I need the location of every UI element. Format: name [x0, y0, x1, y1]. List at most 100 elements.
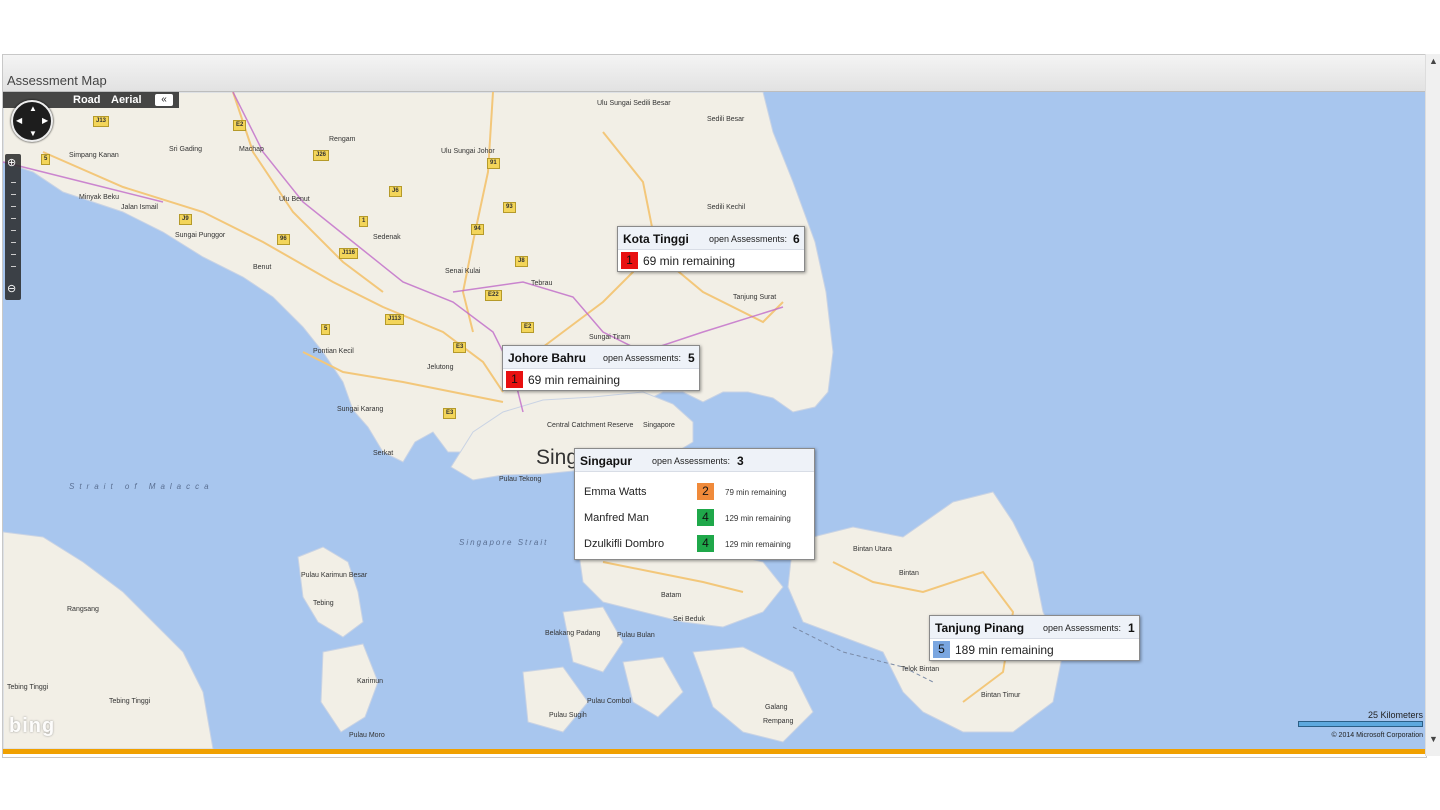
- road-shield: J26: [313, 150, 330, 161]
- road-shield: E3: [443, 408, 457, 419]
- map-label: Pontian Kecil: [313, 348, 354, 355]
- road-shield: J113: [385, 314, 405, 325]
- map-label: Ulu Sungai Johor: [441, 148, 495, 155]
- bing-logo: bing: [9, 715, 56, 737]
- map-label: Sri Gading: [169, 146, 203, 153]
- time-remaining: 69 min remaining: [528, 373, 621, 387]
- pan-right-icon[interactable]: ▶: [42, 116, 48, 125]
- pan-compass-control[interactable]: ▲ ▼ ◀ ▶: [11, 100, 53, 142]
- map-label: Jalan Ismail: [121, 204, 158, 211]
- map-label: Belakang Padang: [545, 630, 601, 637]
- road-shield: J13: [93, 116, 110, 127]
- open-assessments-label: open Assessments:: [652, 456, 731, 466]
- map-label: Pulau Sugih: [549, 712, 587, 719]
- popup-header: Singapur open Assessments: 3: [575, 449, 814, 472]
- road-shield: 5: [321, 324, 331, 335]
- map-label: Pulau Moro: [349, 732, 385, 739]
- copyright-notice: © 2014 Microsoft Corporation: [1331, 732, 1423, 739]
- popup-city-name: Johore Bahru: [508, 351, 587, 365]
- time-remaining: 129 min remaining: [725, 540, 791, 549]
- map-label: Tebing Tinggi: [7, 684, 49, 691]
- road-shield: 93: [503, 202, 516, 213]
- map-label: Tebing Tinggi: [109, 698, 151, 705]
- map-label: Sedili Besar: [707, 116, 745, 123]
- open-assessments-label: open Assessments:: [603, 353, 682, 363]
- map-label: Sungai Punggor: [175, 232, 226, 239]
- zoom-out-icon[interactable]: ⊖: [7, 282, 16, 295]
- map-label: Bintan Timur: [981, 692, 1021, 699]
- assessment-popup-singapur[interactable]: Singapur open Assessments: 3 Emma Watts …: [574, 448, 815, 560]
- map-label: Rengam: [329, 136, 356, 143]
- road-shield: 96: [277, 234, 290, 245]
- road-shield: E2: [521, 322, 535, 333]
- popup-header: Kota Tinggi open Assessments: 6: [618, 227, 804, 250]
- map-geometry: [3, 92, 1064, 749]
- collapse-toolbar-button[interactable]: «: [155, 94, 173, 106]
- open-assessments-count: 5: [688, 351, 695, 365]
- road-shield: 5: [41, 154, 51, 165]
- zoom-slider[interactable]: ⊕ ⊖: [5, 154, 21, 300]
- road-shield: E3: [453, 342, 467, 353]
- assessment-popup-kota-tinggi[interactable]: Kota Tinggi open Assessments: 6 1 69 min…: [617, 226, 805, 272]
- map-label: Pulau Karimun Besar: [301, 572, 368, 579]
- pan-left-icon[interactable]: ◀: [16, 116, 22, 125]
- time-remaining: 129 min remaining: [725, 514, 791, 523]
- open-assessments-label: open Assessments:: [709, 234, 788, 244]
- open-assessments-label: open Assessments:: [1043, 623, 1122, 633]
- road-shield: J6: [389, 186, 402, 197]
- map-label: Central Catchment Reserve: [547, 422, 634, 429]
- priority-badge: 2: [697, 483, 714, 500]
- map-label: Tebrau: [531, 280, 553, 287]
- assessor-name: Dzulkifli Dombro: [584, 538, 665, 550]
- map-label: Sedenak: [373, 234, 401, 241]
- popup-city-name: Tanjung Pinang: [935, 621, 1025, 635]
- scroll-down-icon[interactable]: ▼: [1429, 734, 1438, 744]
- bintan-island: [787, 491, 1064, 733]
- window-title: Assessment Map: [7, 73, 107, 88]
- popup-city-name: Kota Tinggi: [623, 232, 689, 246]
- map-label: Sungai Tiram: [589, 334, 631, 341]
- open-assessments-count: 3: [737, 454, 744, 468]
- sea-label: Singapore Strait: [459, 538, 549, 547]
- aerial-view-button[interactable]: Aerial: [111, 94, 142, 106]
- zoom-in-icon[interactable]: ⊕: [7, 156, 16, 169]
- rempang-galang: [692, 646, 814, 743]
- karimun-island: [297, 546, 364, 638]
- assessment-map-window: Assessment Map Road Aerial « ▲ ▼ ◀ ▶ ⊕ ⊖…: [2, 54, 1427, 758]
- map-label: Tebing: [313, 600, 334, 607]
- map-label: Pulau Bulan: [617, 632, 655, 639]
- priority-badge: 1: [506, 371, 523, 388]
- map-canvas[interactable]: Road Aerial « ▲ ▼ ◀ ▶ ⊕ ⊖ Simpang Kanan …: [3, 92, 1426, 749]
- map-label: Karimun: [357, 678, 384, 685]
- map-label: Benut: [253, 264, 272, 271]
- road-shield: J8: [515, 256, 528, 267]
- pan-up-icon[interactable]: ▲: [29, 104, 37, 113]
- road-shield: E2: [233, 120, 247, 131]
- scale-label: 25 Kilometers: [1367, 710, 1423, 720]
- map-label: Galang: [765, 704, 788, 711]
- priority-badge: 4: [697, 535, 714, 552]
- road-shield: J9: [179, 214, 192, 225]
- city-label-large: Sing: [536, 446, 579, 469]
- map-label: Serkat: [373, 450, 394, 457]
- scroll-up-icon[interactable]: ▲: [1429, 56, 1438, 66]
- map-label: Senai Kulai: [445, 268, 481, 275]
- road-shield: 1: [359, 216, 369, 227]
- map-label: Tanjung Surat: [733, 294, 777, 301]
- road-shield: J116: [339, 248, 359, 259]
- popup-header: Tanjung Pinang open Assessments: 1: [930, 616, 1139, 639]
- assessment-popup-johore-bahru[interactable]: Johore Bahru open Assessments: 5 1 69 mi…: [502, 345, 700, 391]
- assessment-popup-tanjung-pinang[interactable]: Tanjung Pinang open Assessments: 1 5 189…: [929, 615, 1140, 661]
- vertical-scrollbar[interactable]: ▲ ▼: [1425, 54, 1440, 756]
- time-remaining: 79 min remaining: [725, 488, 787, 497]
- map-label: Pulau Combol: [587, 698, 631, 705]
- map-label: Ulu Benut: [279, 196, 310, 203]
- johor-landmass: [3, 92, 834, 463]
- karimun-south: [320, 643, 379, 733]
- pan-down-icon[interactable]: ▼: [29, 129, 37, 138]
- small-islands: [522, 606, 684, 733]
- priority-badge: 5: [933, 641, 950, 658]
- road-view-button[interactable]: Road: [73, 94, 101, 106]
- open-assessments-count: 6: [793, 232, 800, 246]
- map-label: Telok Bintan: [901, 666, 940, 673]
